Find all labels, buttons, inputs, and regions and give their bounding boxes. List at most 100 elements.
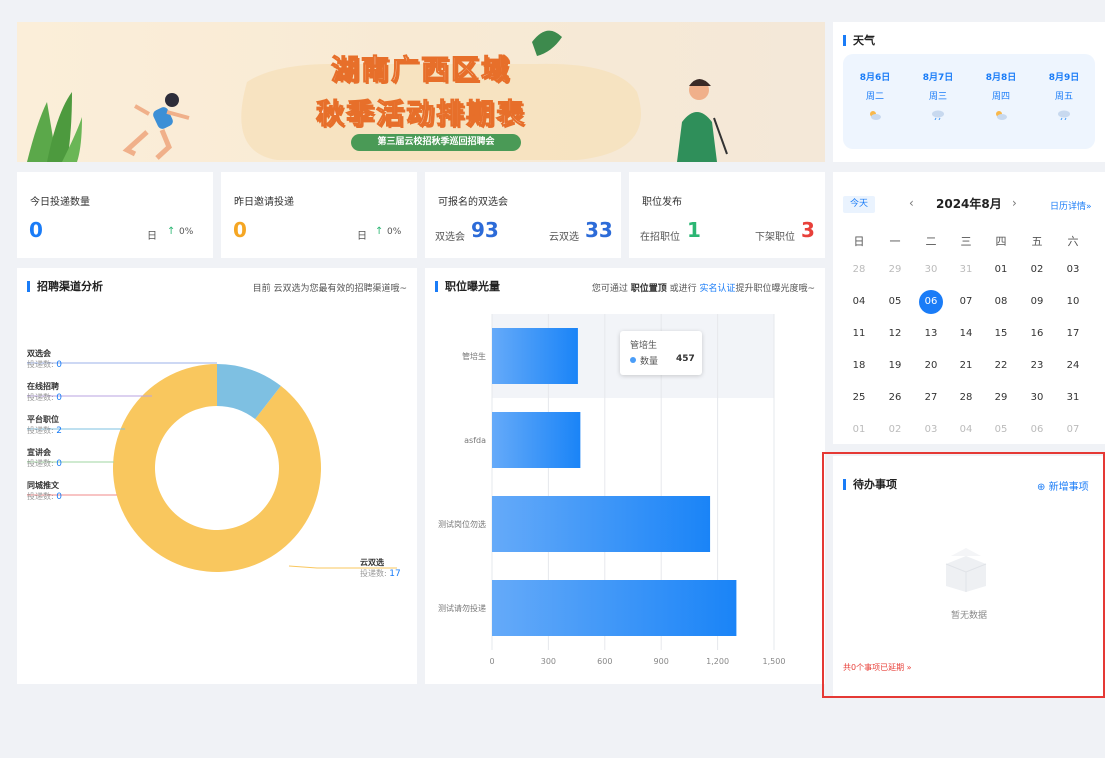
banner-title-line1: 湖南广西区域	[330, 53, 511, 87]
calendar-day[interactable]: 05	[989, 418, 1013, 442]
weekday-label: 一	[889, 235, 901, 248]
calendar-day[interactable]: 28	[847, 258, 871, 282]
calendar-day[interactable]: 26	[883, 386, 907, 410]
stat-pct: 0%	[179, 227, 194, 237]
rain-icon	[1058, 110, 1070, 121]
calendar-day[interactable]: 06	[919, 290, 943, 314]
chevron-left-icon[interactable]: ‹	[909, 196, 914, 210]
jobs-right-value: 3	[801, 218, 815, 242]
calendar-day[interactable]: 25	[847, 386, 871, 410]
calendar-day[interactable]: 20	[919, 354, 943, 378]
weekday-label: 五	[1031, 235, 1043, 248]
calendar-day[interactable]: 01	[847, 418, 871, 442]
calendar-day[interactable]: 07	[954, 290, 978, 314]
tick-label: 900	[654, 657, 669, 666]
calendar-month: 2024年8月	[936, 197, 1002, 211]
calendar-day[interactable]: 23	[1025, 354, 1049, 378]
banner-title-line2: 秋季活动排期表	[315, 97, 526, 131]
chevron-right-icon[interactable]: ›	[1012, 196, 1017, 210]
calendar-day[interactable]: 06	[1025, 418, 1049, 442]
calendar-day[interactable]: 11	[847, 322, 871, 346]
tick-label: 300	[541, 657, 556, 666]
weather-card: 天气 8月6日 周二 8月7日 周三 8月8日 周四 8月9日 周五	[833, 22, 1105, 162]
calendar-day[interactable]: 22	[989, 354, 1013, 378]
calendar-day[interactable]: 14	[954, 322, 978, 346]
calendar-day[interactable]: 15	[989, 322, 1013, 346]
weather-day: 8月8日 周四	[980, 70, 1022, 124]
category-label: asfda	[464, 436, 486, 445]
calendar-day[interactable]: 27	[919, 386, 943, 410]
stat-jobs-card[interactable]: 职位发布 在招职位 1 下架职位 3	[629, 172, 825, 258]
calendar-day[interactable]: 31	[1061, 386, 1085, 410]
weather-title: 天气	[843, 35, 875, 46]
stat-value: 0	[233, 218, 247, 242]
channel-legend-item: 双选会 投递数: 0	[27, 349, 62, 370]
fairs-right-value: 33	[585, 218, 613, 242]
weekday-label: 三	[960, 235, 972, 248]
fairs-right-label: 云双选	[549, 232, 579, 243]
weekday-label: 日	[853, 235, 865, 248]
calendar-day[interactable]: 03	[1061, 258, 1085, 282]
bar	[492, 412, 581, 468]
calendar-day[interactable]: 29	[883, 258, 907, 282]
weekday-label: 二	[925, 235, 937, 248]
calendar-day[interactable]: 28	[954, 386, 978, 410]
bar	[492, 496, 711, 552]
fairs-left-label: 双选会	[435, 232, 465, 243]
fairs-left-value: 93	[471, 218, 499, 242]
calendar-day[interactable]: 05	[883, 290, 907, 314]
stat-unit: 日	[147, 231, 157, 242]
stat-label: 昨日邀请投递	[234, 197, 294, 208]
weather-day: 8月9日 周五	[1043, 70, 1085, 124]
stat-yesterday-card: 昨日邀请投递 0 日 ↑ 0%	[221, 172, 417, 258]
stat-label: 职位发布	[642, 197, 682, 208]
highlight-frame	[822, 452, 1105, 698]
channel-legend-item: 平台职位 投递数: 2	[27, 415, 62, 436]
stat-fairs-card[interactable]: 可报名的双选会 双选会 93 云双选 33	[425, 172, 621, 258]
calendar-day[interactable]: 21	[954, 354, 978, 378]
calendar-day[interactable]: 30	[1025, 386, 1049, 410]
tick-label: 1,200	[706, 657, 729, 666]
calendar-day[interactable]: 31	[954, 258, 978, 282]
calendar-day[interactable]: 30	[919, 258, 943, 282]
partly-cloudy-icon	[996, 111, 1007, 120]
weather-panel: 8月6日 周二 8月7日 周三 8月8日 周四 8月9日 周五	[843, 54, 1095, 149]
tick-label: 600	[597, 657, 612, 666]
calendar-day[interactable]: 08	[989, 290, 1013, 314]
tick-label: 1,500	[763, 657, 786, 666]
arrow-up-icon: ↑	[375, 226, 384, 237]
jobs-right-label: 下架职位	[755, 232, 795, 243]
category-label: 测试岗位勿选	[438, 519, 486, 529]
calendar-day[interactable]: 12	[883, 322, 907, 346]
calendar-day[interactable]: 29	[989, 386, 1013, 410]
calendar-day[interactable]: 04	[954, 418, 978, 442]
calendar-day[interactable]: 19	[883, 354, 907, 378]
calendar-day[interactable]: 02	[883, 418, 907, 442]
calendar-day[interactable]: 18	[847, 354, 871, 378]
chart-tooltip: 管培生 数量 457	[620, 331, 702, 375]
banner: 湖南广西区域 秋季活动排期表 第三届云校招秋季巡回招聘会	[17, 22, 825, 162]
calendar-detail-link[interactable]: 日历详情»	[1050, 199, 1092, 212]
calendar-day[interactable]: 13	[919, 322, 943, 346]
calendar-day[interactable]: 04	[847, 290, 871, 314]
calendar-day[interactable]: 24	[1061, 354, 1085, 378]
calendar-day[interactable]: 02	[1025, 258, 1049, 282]
calendar-day[interactable]: 07	[1061, 418, 1085, 442]
calendar-day[interactable]: 01	[989, 258, 1013, 282]
calendar-day[interactable]: 09	[1025, 290, 1049, 314]
series-dot-icon	[630, 357, 636, 363]
partly-cloudy-icon	[870, 111, 881, 120]
jobs-left-value: 1	[687, 218, 701, 242]
stat-label: 可报名的双选会	[438, 197, 508, 208]
calendar-day[interactable]: 03	[919, 418, 943, 442]
today-button[interactable]: 今天	[843, 196, 875, 213]
stat-unit: 日	[357, 231, 367, 242]
calendar-day[interactable]: 17	[1061, 322, 1085, 346]
channel-legend-item: 在线招聘 投递数: 0	[27, 382, 62, 403]
arrow-up-icon: ↑	[167, 226, 176, 237]
calendar-card: 今天 ‹ 2024年8月 › 日历详情» 日 一 二 三 四 五 六 28 29 30 31 01 02…	[833, 172, 1105, 444]
calendar-day[interactable]: 10	[1061, 290, 1085, 314]
weather-day: 8月7日 周三	[917, 70, 959, 124]
calendar-day[interactable]: 16	[1025, 322, 1049, 346]
pie-slice	[112, 364, 321, 572]
